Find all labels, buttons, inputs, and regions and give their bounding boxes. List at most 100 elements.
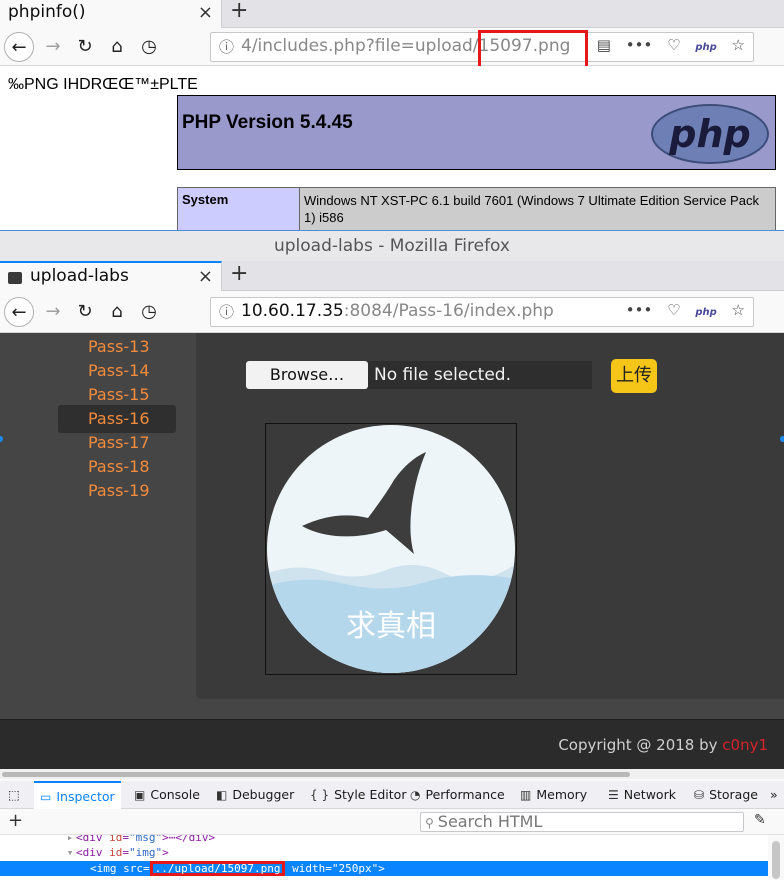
site-info-icon[interactable]: ⓘ <box>219 301 234 322</box>
tab-memory[interactable]: ▥ Memory <box>520 781 587 809</box>
forward-arrow-icon[interactable]: → <box>38 297 68 327</box>
pass-sidebar: Pass-13 Pass-14 Pass-15 Pass-16 Pass-17 … <box>0 333 196 719</box>
more-actions-icon[interactable]: ••• <box>626 36 653 54</box>
window-title: upload-labs - Mozilla Firefox <box>0 231 784 261</box>
tab-label: Network <box>623 787 676 802</box>
phpinfo-table: System Windows NT XST-PC 6.1 build 7601 … <box>177 187 776 232</box>
bookmark-star-icon[interactable]: ☆ <box>732 36 745 54</box>
back-arrow-icon[interactable]: ← <box>4 32 34 62</box>
attr-name: src <box>123 862 143 875</box>
upload-labs-window: upload-labs - Mozilla Firefox upload-lab… <box>0 230 784 880</box>
network-icon: ☰ <box>608 788 619 802</box>
tab-inspector[interactable]: ▭ Inspector <box>34 781 121 809</box>
tab-label: Storage <box>709 787 758 802</box>
reader-view-icon[interactable]: ▤ <box>597 36 611 54</box>
address-bar[interactable]: ⓘ 10.60.17.35:8084/Pass-16/index.php •••… <box>210 297 754 327</box>
inspector-icon: ▭ <box>40 790 52 804</box>
more-actions-icon[interactable]: ••• <box>626 301 653 319</box>
tab-storage[interactable]: ⛁ Storage <box>694 781 758 809</box>
url-actions: ••• ♡ php ☆ <box>616 301 745 319</box>
uploaded-image: 求真相 <box>265 423 517 675</box>
expand-triangle-icon[interactable]: ▸ <box>64 835 76 845</box>
pocket-icon[interactable]: ♡ <box>667 36 680 54</box>
tab-upload-labs[interactable]: upload-labs × <box>0 261 222 291</box>
browse-button[interactable]: Browse… <box>246 361 368 389</box>
tag-name: <img <box>90 862 124 875</box>
pocket-icon[interactable]: ♡ <box>667 301 680 319</box>
site-info-icon[interactable]: ⓘ <box>219 36 234 57</box>
eyedropper-icon[interactable]: ✎ <box>754 812 766 828</box>
memory-icon: ▥ <box>520 788 532 802</box>
tab-strip: upload-labs × + <box>0 261 784 291</box>
php-extension-icon[interactable]: php <box>695 307 716 318</box>
tab-label: Console <box>150 787 200 802</box>
new-tab-button[interactable]: + <box>230 0 248 23</box>
table-value: Windows NT XST-PC 6.1 build 7601 (Window… <box>300 188 775 232</box>
tab-phpinfo[interactable]: phpinfo() × <box>0 0 222 28</box>
src-highlight-box: ../upload/15097.png <box>149 861 286 876</box>
table-row: System Windows NT XST-PC 6.1 build 7601 … <box>178 188 775 232</box>
resize-handle[interactable] <box>780 436 784 442</box>
copyright-text: Copyright @ 2018 by c0ny1 <box>558 736 768 754</box>
history-icon[interactable]: ◷ <box>134 32 164 62</box>
file-input[interactable]: Browse… No file selected. <box>246 361 592 389</box>
overflow-tabs-icon[interactable]: » <box>770 781 778 809</box>
navigation-toolbar: ← → ↻ ⌂ ◷ ⓘ 10.60.17.35:8084/Pass-16/ind… <box>0 291 784 333</box>
add-node-button[interactable]: + <box>8 810 23 831</box>
close-icon[interactable]: × <box>198 266 213 287</box>
png-header-text: ‰PNG IHDRŒŒ™±PLTE <box>8 76 198 93</box>
markup-node-img-div[interactable]: ▾ <div id="img"> <box>0 845 768 860</box>
url-path: :8084/Pass-16/index.php <box>343 301 554 321</box>
attr-name: id <box>109 846 123 859</box>
forward-arrow-icon[interactable]: → <box>38 32 68 62</box>
search-placeholder: Search HTML <box>437 812 543 831</box>
home-icon[interactable]: ⌂ <box>102 297 132 327</box>
element-picker-icon[interactable]: ⬚ <box>8 781 20 809</box>
bookmark-star-icon[interactable]: ☆ <box>732 301 745 319</box>
url-text[interactable]: 10.60.17.35:8084/Pass-16/index.php <box>241 301 554 321</box>
url-host: 10.60.17.35 <box>241 301 344 321</box>
history-icon[interactable]: ◷ <box>134 297 164 327</box>
tab-console[interactable]: ▣ Console <box>134 781 200 809</box>
tag-name: <div <box>76 835 110 844</box>
url-actions: ▤ ••• ♡ php ☆ <box>587 36 745 54</box>
markup-node-img-selected[interactable]: <img src= ../upload/15097.png width="250p… <box>0 861 768 876</box>
php-extension-icon[interactable]: php <box>695 42 716 53</box>
tab-performance[interactable]: ◔ Performance <box>410 781 505 809</box>
horizontal-scrollbar[interactable] <box>0 769 784 779</box>
upload-button[interactable]: 上传 <box>611 359 657 393</box>
tab-debugger[interactable]: ◧ Debugger <box>216 781 294 809</box>
new-tab-button[interactable]: + <box>230 261 248 286</box>
style-editor-icon: { } <box>310 788 330 802</box>
attr-value: "img" <box>129 846 163 859</box>
tag-close: > <box>378 862 385 875</box>
vertical-scrollbar[interactable] <box>772 841 780 879</box>
author-link[interactable]: c0ny1 <box>722 736 768 754</box>
reload-icon[interactable]: ↻ <box>70 32 100 62</box>
php-version-header: PHP Version 5.4.45 php <box>177 95 776 170</box>
tab-title: upload-labs <box>30 266 129 286</box>
close-icon[interactable]: × <box>198 2 213 23</box>
home-icon[interactable]: ⌂ <box>102 32 132 62</box>
tab-network[interactable]: ☰ Network <box>608 781 676 809</box>
copyright-prefix: Copyright @ 2018 by <box>558 736 723 754</box>
performance-icon: ◔ <box>410 788 421 802</box>
attr-value: "msg" <box>129 835 163 844</box>
tag-name: <div <box>76 846 110 859</box>
upload-labs-page: Pass-13 Pass-14 Pass-15 Pass-16 Pass-17 … <box>0 333 784 769</box>
whale-tail-image: 求真相 <box>267 425 515 673</box>
tab-style-editor[interactable]: { } Style Editor <box>310 781 406 809</box>
search-html-input[interactable]: ⚲ Search HTML <box>420 812 744 832</box>
collapse-triangle-icon[interactable]: ▾ <box>64 845 76 860</box>
php-logo: php <box>651 104 769 164</box>
scrollbar-thumb[interactable] <box>2 772 630 777</box>
back-arrow-icon[interactable]: ← <box>4 297 34 327</box>
sidebar-item-pass-19[interactable]: Pass-19 <box>58 477 176 505</box>
image-caption: 求真相 <box>346 609 436 644</box>
devtools-tabs: ⬚ ▭ Inspector ▣ Console ◧ Debugger { } Style… <box>0 781 784 809</box>
reload-icon[interactable]: ↻ <box>70 297 100 327</box>
table-key: System <box>178 188 300 232</box>
tab-label: Performance <box>425 787 505 802</box>
tag-close: >⋯</div> <box>162 835 216 844</box>
markup-node-msg[interactable]: ▸ <div id="msg">⋯</div> <box>0 835 768 845</box>
